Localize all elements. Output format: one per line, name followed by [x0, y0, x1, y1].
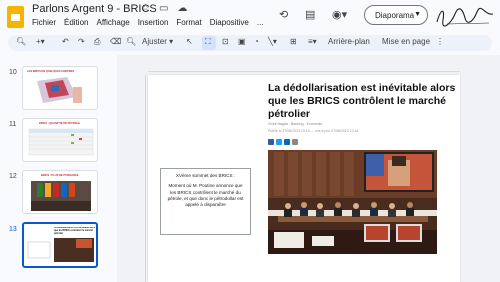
slides-logo-icon[interactable] [7, 6, 24, 28]
email-icon [292, 139, 298, 145]
summit-photo[interactable] [268, 150, 437, 254]
linkedin-icon [284, 139, 290, 145]
menu-more[interactable]: ... [257, 18, 264, 27]
redo-icon[interactable]: ↷ [78, 37, 85, 46]
slideshow-label: Diaporama [375, 10, 415, 20]
slide-number: 13 [9, 226, 17, 233]
history-icon[interactable]: ⟲ [279, 8, 288, 21]
menu-insertion[interactable]: Insertion [138, 18, 169, 27]
textbox-body: Moment où M. Poutine annonce que les BRI… [167, 183, 244, 208]
new-slide-icon[interactable]: +▾ [36, 37, 45, 46]
meet-icon[interactable]: ◉▾ [332, 8, 347, 21]
zoom-label: Ajuster [142, 37, 167, 46]
textbox-icon[interactable]: ⊡ [222, 37, 229, 46]
filmstrip[interactable]: 10 LES BRICS EN QUELQUES CHIFFRES 11 BRI… [0, 55, 110, 282]
more-tools-icon[interactable]: ≡▾ [308, 37, 317, 46]
undo-icon[interactable]: ↶ [62, 37, 69, 46]
summit-photo-image [268, 150, 437, 254]
line-icon[interactable]: ╲▾ [268, 37, 277, 46]
slide-thumbnail-12[interactable]: BRICS : PLUS DE PUISSANCE [22, 170, 98, 214]
textbox-title: XVème sommet des BRICS : [175, 173, 236, 178]
cloud-status-icon[interactable]: ☁ [177, 3, 187, 14]
menu-fichier[interactable]: Fichier [32, 18, 56, 27]
select-cursor-icon[interactable]: ↖ [186, 37, 193, 46]
paint-format-icon[interactable]: ⌫ [110, 37, 121, 46]
twitter-icon [276, 139, 282, 145]
horizontal-ruler [148, 67, 460, 72]
chevron-down-icon[interactable]: ▼ [414, 11, 421, 18]
slide-thumbnail-11[interactable]: BRICS : QUANTITÉ DE PÉTROLE [22, 118, 98, 162]
app-header: Parlons Argent 9 - BRICS ☆ ▭ ☁ Fichier É… [0, 0, 500, 33]
menu-edition[interactable]: Édition [64, 18, 88, 27]
article-byline: Vivek Nagda · Banking · Economie [268, 122, 323, 126]
star-icon[interactable]: ☆ [141, 3, 150, 14]
thumb-table [28, 128, 94, 156]
background-button[interactable]: Arrière-plan [328, 37, 370, 46]
toolbar: 🔍︎ +▾ ↶ ↷ ⎙ ⌫ 🔍︎ Ajuster ▾ ↖ ⛶ ⊡ ▣ ◔ ╲▾ … [8, 35, 492, 51]
signature-logo [436, 7, 494, 27]
image-icon[interactable]: ▣ [238, 37, 246, 46]
vertical-ruler [141, 75, 146, 282]
slide-thumbnail-13[interactable]: La dédollarisation est inévitable alors … [22, 222, 98, 268]
document-title[interactable]: Parlons Argent 9 - BRICS [32, 3, 157, 15]
zoom-select[interactable]: Ajuster ▾ [142, 37, 173, 46]
more-vert-icon[interactable]: ⋮ [436, 37, 444, 46]
menu-affichage[interactable]: Affichage [96, 18, 129, 27]
slide-number: 10 [9, 69, 17, 76]
menu-bar: Fichier Édition Affichage Insertion Form… [32, 18, 264, 27]
layout-button[interactable]: Mise en page [382, 37, 430, 46]
print-icon[interactable]: ⎙ [94, 37, 100, 47]
thumb-image [37, 77, 82, 103]
slide-textbox[interactable]: XVème sommet des BRICS : Moment où M. Po… [160, 168, 251, 235]
slideshow-button[interactable]: Diaporama ▼ [364, 5, 428, 25]
menu-format[interactable]: Format [176, 18, 201, 27]
zoom-icon[interactable]: 🔍︎ [126, 37, 136, 46]
comments-icon[interactable]: ▤ [305, 8, 315, 21]
title-icons: ☆ ▭ ☁ [141, 3, 187, 14]
slide-number: 12 [9, 173, 17, 180]
facebook-icon [268, 139, 274, 145]
menu-diapositive[interactable]: Diapositive [210, 18, 249, 27]
comment-add-icon[interactable]: ⊞ [290, 37, 297, 46]
slide-headline[interactable]: La dédollarisation est inévitable alors … [268, 82, 458, 121]
social-share-icons [268, 139, 298, 145]
shape-icon[interactable]: ◔ [254, 37, 259, 46]
thumb-content [27, 238, 94, 262]
article-date: Publié le 27/08/2023 10:16 — mis à jour … [268, 129, 359, 133]
select-icon[interactable]: ⛶ [205, 37, 211, 47]
move-folder-icon[interactable]: ▭ [159, 3, 168, 14]
thumb-photo [31, 181, 91, 211]
slide-thumbnail-10[interactable]: LES BRICS EN QUELQUES CHIFFRES [22, 66, 98, 110]
slide-number: 11 [9, 121, 17, 128]
search-menus-icon[interactable]: 🔍︎ [16, 37, 26, 46]
